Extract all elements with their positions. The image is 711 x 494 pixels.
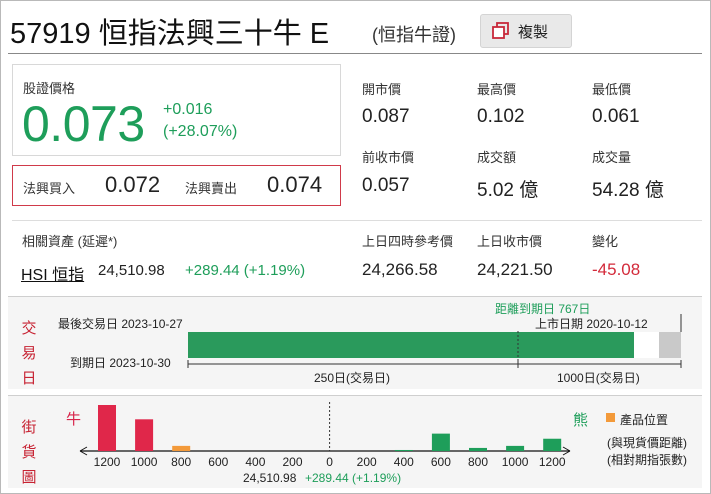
street-bar-bear — [469, 447, 487, 451]
street-tick-label: 800 — [171, 455, 191, 469]
street-bar-bull — [98, 405, 116, 451]
street-tick-label: 0 — [326, 455, 333, 469]
street-tick-label: 1200 — [539, 455, 566, 469]
street-underlying-price: 24,510.98 — [243, 471, 297, 485]
street-bar-bear — [394, 449, 413, 451]
street-tick-label: 1000 — [502, 455, 529, 469]
street-tick-label: 400 — [394, 455, 414, 469]
street-tick-label: 1200 — [94, 455, 121, 469]
street-tick-label: 200 — [357, 455, 377, 469]
street-tick-label: 600 — [208, 455, 228, 469]
street-bar-bull — [135, 419, 154, 451]
street-underlying-change: +289.44 (+1.19%) — [305, 471, 402, 485]
street-tick-label: 800 — [468, 455, 488, 469]
street-bar-bear — [543, 438, 562, 451]
street-bar-bear — [506, 445, 525, 451]
street-bar-bear — [431, 433, 450, 451]
street-tick-label: 1000 — [131, 455, 158, 469]
street-bar-product — [172, 445, 191, 451]
street-tick-label: 400 — [245, 455, 265, 469]
street-chart: 1200 1000 800 600 400 200 0 200 400 600 800 1000 120… — [79, 402, 571, 469]
street-tick-label: 600 — [431, 455, 451, 469]
street-tick-label: 200 — [282, 455, 302, 469]
